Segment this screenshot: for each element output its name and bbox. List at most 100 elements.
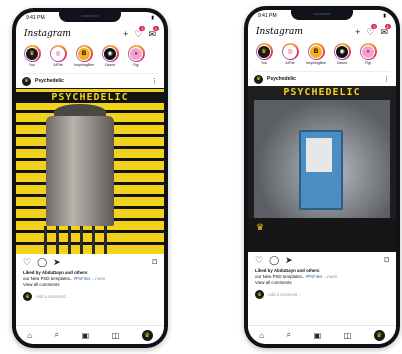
- story-label: Ozone: [336, 61, 348, 65]
- story-label: InspiringBee: [74, 63, 94, 67]
- post-actions: ♡ ◯ ➤ ⌑: [23, 256, 157, 268]
- reels-icon[interactable]: ▣: [82, 331, 90, 340]
- reels-icon[interactable]: ▣: [314, 331, 322, 340]
- messages-icon[interactable]: ✉ 1: [148, 25, 159, 40]
- bottom-nav: ⌂ ⌕ ▣ ◫ ♛: [16, 325, 164, 344]
- more-options-icon[interactable]: ⋮: [151, 77, 158, 85]
- message-badge: 1: [384, 23, 391, 29]
- story-label: InspiringBee: [306, 61, 326, 65]
- story-figi[interactable]: ● Figi: [358, 43, 378, 69]
- story-ozone[interactable]: ◉ Ozone: [332, 43, 352, 69]
- app-header: Instagram + ♡ 2 ✉ 1: [24, 25, 159, 42]
- stories-tray: ♛ You ◎ AIFile B InspiringBee ◉ Ozone ● Figi: [22, 45, 164, 71]
- save-icon[interactable]: ⌑: [384, 255, 389, 266]
- post-title: PSYCHEDELIC: [283, 87, 361, 98]
- add-comment-row[interactable]: ♛ Add a comment...: [255, 290, 389, 299]
- post-image[interactable]: PSYCHEDELIC: [16, 88, 164, 254]
- story-avatar: ●: [361, 44, 375, 59]
- post-actions: ♡ ◯ ➤ ⌑: [255, 254, 389, 266]
- phone-booth-photo: [254, 100, 390, 218]
- battery-icon: ▮: [383, 13, 386, 19]
- more-link[interactable]: ...more: [324, 274, 338, 279]
- status-time: 9:41 PM: [26, 15, 45, 21]
- story-label: Figi: [365, 61, 371, 65]
- post-header: ♛ Psychedelic ⋮: [22, 73, 158, 88]
- brand-crown-icon: ♛: [256, 222, 265, 232]
- home-icon[interactable]: ⌂: [27, 331, 32, 340]
- phone-notch: [59, 12, 121, 22]
- story-label: You: [28, 63, 36, 67]
- comment-avatar: ♛: [255, 290, 264, 299]
- story-inspiringbee[interactable]: B InspiringBee: [74, 45, 94, 71]
- phone-mockup-left: 9:41 PM ▮ Instagram + ♡ 2 ✉ 1 ♛ You ◎ AIFile…: [12, 8, 168, 348]
- notification-badge: 2: [371, 23, 378, 29]
- like-icon[interactable]: ♡: [23, 257, 31, 268]
- hashtag-link[interactable]: #PsFiles: [306, 274, 323, 279]
- story-label: You: [260, 61, 268, 65]
- profile-icon[interactable]: ♛: [373, 329, 385, 341]
- status-time: 9:41 PM: [258, 13, 277, 19]
- story-avatar: ◉: [103, 46, 117, 61]
- story-avatar: B: [309, 44, 323, 59]
- story-you[interactable]: ♛ You: [22, 45, 42, 71]
- battery-icon: ▮: [151, 15, 154, 21]
- message-badge: 1: [152, 25, 159, 31]
- post-image[interactable]: PSYCHEDELIC ♛: [248, 86, 396, 252]
- story-you[interactable]: ♛ You: [254, 43, 274, 69]
- story-ozone[interactable]: ◉ Ozone: [100, 45, 120, 71]
- story-avatar: ◎: [51, 46, 65, 61]
- like-icon[interactable]: ♡: [255, 255, 263, 266]
- phone-mockup-right: 9:41 PM ▮ Instagram + ♡ 2 ✉ 1 ♛ You ◎ AIFile…: [244, 6, 400, 348]
- post-avatar[interactable]: ♛: [254, 74, 263, 84]
- stories-tray: ♛ You ◎ AIFile B InspiringBee ◉ Ozone ● Figi: [254, 43, 396, 69]
- add-comment-input[interactable]: Add a comment...: [268, 292, 301, 297]
- comment-icon[interactable]: ◯: [37, 257, 47, 268]
- story-label: AIFile: [285, 61, 295, 65]
- home-icon[interactable]: ⌂: [259, 331, 264, 340]
- story-aifile[interactable]: ◎ AIFile: [280, 43, 300, 69]
- water-tower-legs: [44, 226, 116, 254]
- post-title: PSYCHEDELIC: [16, 92, 164, 103]
- add-comment-input[interactable]: Add a comment...: [36, 294, 69, 299]
- messages-icon[interactable]: ✉ 1: [380, 23, 391, 38]
- story-label: Figi: [133, 63, 139, 67]
- notifications-icon[interactable]: ♡ 2: [134, 25, 146, 40]
- post-avatar[interactable]: ♛: [22, 76, 31, 86]
- bottom-nav: ⌂ ⌕ ▣ ◫ ♛: [248, 325, 396, 344]
- view-comments-link[interactable]: View all comments: [23, 282, 157, 288]
- search-icon[interactable]: ⌕: [55, 330, 59, 340]
- more-link[interactable]: ...more: [92, 276, 106, 281]
- more-options-icon[interactable]: ⋮: [383, 75, 390, 83]
- share-icon[interactable]: ➤: [285, 255, 293, 266]
- save-icon[interactable]: ⌑: [152, 257, 157, 268]
- story-inspiringbee[interactable]: B InspiringBee: [306, 43, 326, 69]
- add-post-icon[interactable]: +: [123, 29, 128, 39]
- phone-booth-image: [299, 130, 343, 210]
- phone-screen: 9:41 PM ▮ Instagram + ♡ 2 ✉ 1 ♛ You ◎ AIFile…: [248, 10, 396, 344]
- story-avatar: ◎: [283, 44, 297, 59]
- story-figi[interactable]: ● Figi: [126, 45, 146, 71]
- hashtag-link[interactable]: #PsFiles: [74, 276, 91, 281]
- search-icon[interactable]: ⌕: [287, 330, 291, 340]
- phone-notch: [291, 10, 353, 20]
- story-aifile[interactable]: ◎ AIFile: [48, 45, 68, 71]
- story-avatar: ◉: [335, 44, 349, 59]
- profile-icon[interactable]: ♛: [141, 329, 153, 341]
- instagram-logo: Instagram: [256, 27, 303, 37]
- story-avatar: B: [77, 46, 91, 61]
- notifications-icon[interactable]: ♡ 2: [366, 23, 378, 38]
- comment-icon[interactable]: ◯: [269, 255, 279, 266]
- shop-icon[interactable]: ◫: [112, 331, 120, 340]
- story-avatar: ●: [129, 46, 143, 61]
- shop-icon[interactable]: ◫: [344, 331, 352, 340]
- add-comment-row[interactable]: ♛ Add a comment...: [23, 292, 157, 301]
- share-icon[interactable]: ➤: [53, 257, 61, 268]
- comment-avatar: ♛: [23, 292, 32, 301]
- add-post-icon[interactable]: +: [355, 27, 360, 37]
- instagram-logo: Instagram: [24, 29, 71, 39]
- post-header: ♛ Psychedelic ⋮: [254, 71, 390, 86]
- post-username[interactable]: Psychedelic: [267, 76, 296, 82]
- water-tower-image: [46, 116, 114, 226]
- post-username[interactable]: Psychedelic: [35, 78, 64, 84]
- view-comments-link[interactable]: View all comments: [255, 280, 389, 286]
